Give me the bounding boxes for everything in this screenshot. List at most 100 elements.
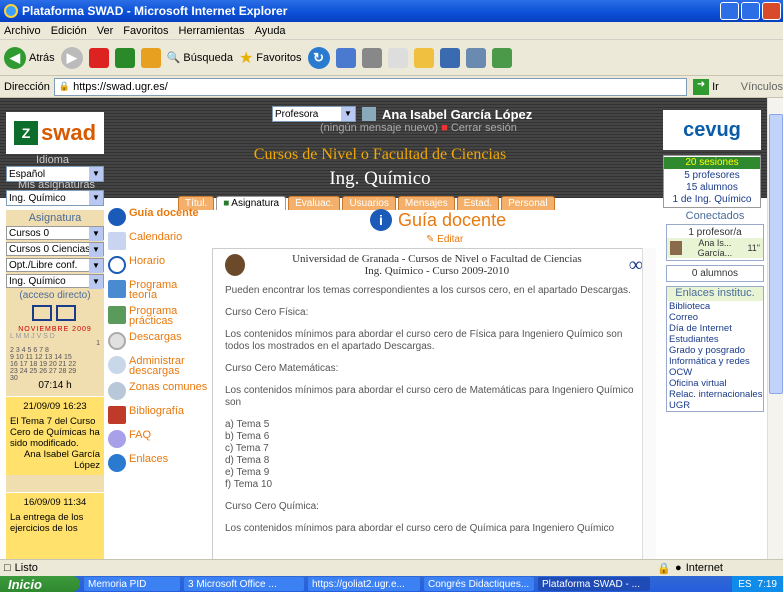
menu-programa-practicas[interactable]: Programa prácticas: [108, 306, 208, 327]
menu-descargas[interactable]: Descargas: [108, 332, 208, 350]
stop-button[interactable]: [88, 47, 109, 68]
tab-personal[interactable]: Personal: [501, 196, 555, 210]
menu-favoritos[interactable]: Favoritos: [123, 25, 168, 37]
menu-guia-docente[interactable]: Guía docente: [108, 208, 208, 226]
tab-evaluac[interactable]: Evaluac.: [288, 196, 341, 210]
edit-link[interactable]: ✎ Editar: [426, 234, 463, 245]
chevron-down-icon: ▼: [89, 259, 103, 273]
start-button[interactable]: Inicio: [0, 576, 80, 592]
user-avatar-icon: [670, 241, 683, 255]
swad-logo[interactable]: Zswad: [6, 112, 104, 154]
calendar-icon: [108, 232, 126, 250]
link-correo[interactable]: Correo: [669, 312, 763, 323]
menu-zonas-comunes[interactable]: Zonas comunes: [108, 382, 208, 400]
calendar-icon[interactable]: [32, 305, 52, 321]
link-ocw[interactable]: OCW: [669, 367, 763, 378]
back-button[interactable]: ◀ Atrás: [4, 46, 55, 69]
link-ugr[interactable]: UGR: [669, 400, 763, 411]
link-grado-posgrado[interactable]: Grado y posgrado: [669, 345, 763, 356]
research-button[interactable]: [465, 47, 486, 68]
menu-administrar-descargas[interactable]: Administrar descargas: [108, 356, 208, 377]
calendar-icon[interactable]: [56, 305, 76, 321]
link-biblioteca[interactable]: Biblioteca: [669, 301, 763, 312]
link-oficina-virtual[interactable]: Oficina virtual: [669, 378, 763, 389]
refresh-button[interactable]: [114, 47, 135, 68]
sessions-box: 20 sesiones 5 profesores 15 alumnos 1 de…: [663, 155, 761, 208]
taskbar-item[interactable]: 3 Microsoft Office ...: [184, 577, 304, 591]
favorites-button[interactable]: ★ Favoritos: [239, 48, 302, 68]
link-relac-internacionales[interactable]: Relac. internacionales: [669, 389, 763, 400]
right-panel: Conectados 1 profesor/a Ana Is... García…: [666, 210, 764, 416]
menu-calendario[interactable]: Calendario: [108, 232, 208, 250]
globe-icon: ●: [675, 562, 682, 574]
cevug-logo[interactable]: cevug: [663, 110, 761, 150]
link-informatica[interactable]: Informática y redes: [669, 356, 763, 367]
course-select-2[interactable]: Opt./Libre conf. ▼: [6, 258, 104, 273]
link-estudiantes[interactable]: Estudiantes: [669, 334, 763, 345]
course-select-3[interactable]: Ing. Químico ▼: [6, 274, 104, 289]
menu-programa-teoria[interactable]: Programa teoría: [108, 280, 208, 301]
taskbar-item[interactable]: https://goliat2.ugr.e...: [308, 577, 420, 591]
search-button[interactable]: 🔍 Búsqueda: [167, 51, 233, 65]
cevug-knot-icon: ∞: [628, 254, 643, 276]
direct-access-link[interactable]: (acceso directo): [6, 290, 104, 301]
chevron-down-icon: ▼: [89, 191, 103, 205]
links-label[interactable]: Vínculos: [741, 81, 783, 93]
subject-menu: Guía docente Calendario Horario Programa…: [108, 208, 208, 478]
minimize-button[interactable]: [720, 2, 739, 20]
language-indicator[interactable]: ES: [738, 579, 751, 590]
address-input[interactable]: 🔒 https://swad.ugr.es/: [53, 77, 688, 96]
home-button[interactable]: [140, 47, 161, 68]
people-button[interactable]: [491, 47, 512, 68]
mail-button[interactable]: [335, 47, 356, 68]
user-area: Profesora ▼ Ana Isabel García López: [272, 106, 532, 122]
logout-link[interactable]: Cerrar sesión: [451, 122, 517, 134]
menu-archivo[interactable]: Archivo: [4, 25, 41, 37]
go-button[interactable]: ➜ Ir: [693, 78, 719, 95]
tab-bar: Títul. ■ Asignatura Evaluac. Usuarios Men…: [178, 196, 555, 210]
role-select[interactable]: Profesora ▼: [272, 106, 356, 122]
clock-time: 07:14 h: [38, 380, 72, 391]
menu-herramientas[interactable]: Herramientas: [179, 25, 245, 37]
subjects-select[interactable]: Ing. Químico ▼: [6, 190, 104, 206]
scrollbar-thumb[interactable]: [769, 114, 783, 394]
forward-button[interactable]: ▶: [60, 46, 83, 69]
taskbar: Inicio Memoria PID 3 Microsoft Office ..…: [0, 576, 783, 592]
print-button[interactable]: [361, 47, 382, 68]
lock-icon: 🔒: [58, 81, 71, 91]
tab-mensajes[interactable]: Mensajes: [397, 196, 455, 210]
taskbar-item[interactable]: Memoria PID: [84, 577, 180, 591]
page-scrollbar[interactable]: [767, 98, 783, 559]
menu-enlaces[interactable]: Enlaces: [108, 454, 208, 472]
edit-button[interactable]: [387, 47, 408, 68]
tab-asignatura[interactable]: ■ Asignatura: [216, 196, 287, 210]
degree-title: Ing. Químico: [329, 168, 431, 189]
messenger-button[interactable]: [439, 47, 460, 68]
tab-estad[interactable]: Estad.: [456, 196, 500, 210]
menu-edicion[interactable]: Edición: [51, 25, 87, 37]
notice-2: 16/09/09 11:34 La entrega de los ejercic…: [6, 492, 104, 559]
window-title: Plataforma SWAD - Microsoft Internet Exp…: [22, 4, 288, 18]
course-select-0[interactable]: Cursos 0 ▼: [6, 226, 104, 241]
history-button[interactable]: ↻: [307, 46, 330, 69]
menu-ver[interactable]: Ver: [97, 25, 114, 37]
close-button[interactable]: [762, 2, 781, 20]
calendar-icons: [32, 305, 76, 321]
maximize-button[interactable]: [741, 2, 760, 20]
taskbar-item[interactable]: Congrés Didactiques...: [424, 577, 534, 591]
star-icon: ★: [238, 49, 254, 67]
menu-ayuda[interactable]: Ayuda: [255, 25, 286, 37]
course-select-1[interactable]: Cursos 0 Ciencias ▼: [6, 242, 104, 257]
user-name: Ana Isabel García López: [382, 106, 533, 122]
tab-usuarios[interactable]: Usuarios: [342, 196, 396, 210]
menu-bibliografia[interactable]: Bibliografía: [108, 406, 208, 424]
menu-horario[interactable]: Horario: [108, 256, 208, 274]
no-message-text: (ningún mensaje nuevo): [320, 122, 439, 134]
document-scrollbar[interactable]: [642, 248, 656, 559]
menu-faq[interactable]: FAQ: [108, 430, 208, 448]
lab-icon: [108, 306, 126, 324]
link-dia-internet[interactable]: Día de Internet: [669, 323, 763, 334]
page-icon: □: [4, 562, 11, 574]
folder-button[interactable]: [413, 47, 434, 68]
taskbar-item[interactable]: Plataforma SWAD - ...: [538, 577, 650, 591]
